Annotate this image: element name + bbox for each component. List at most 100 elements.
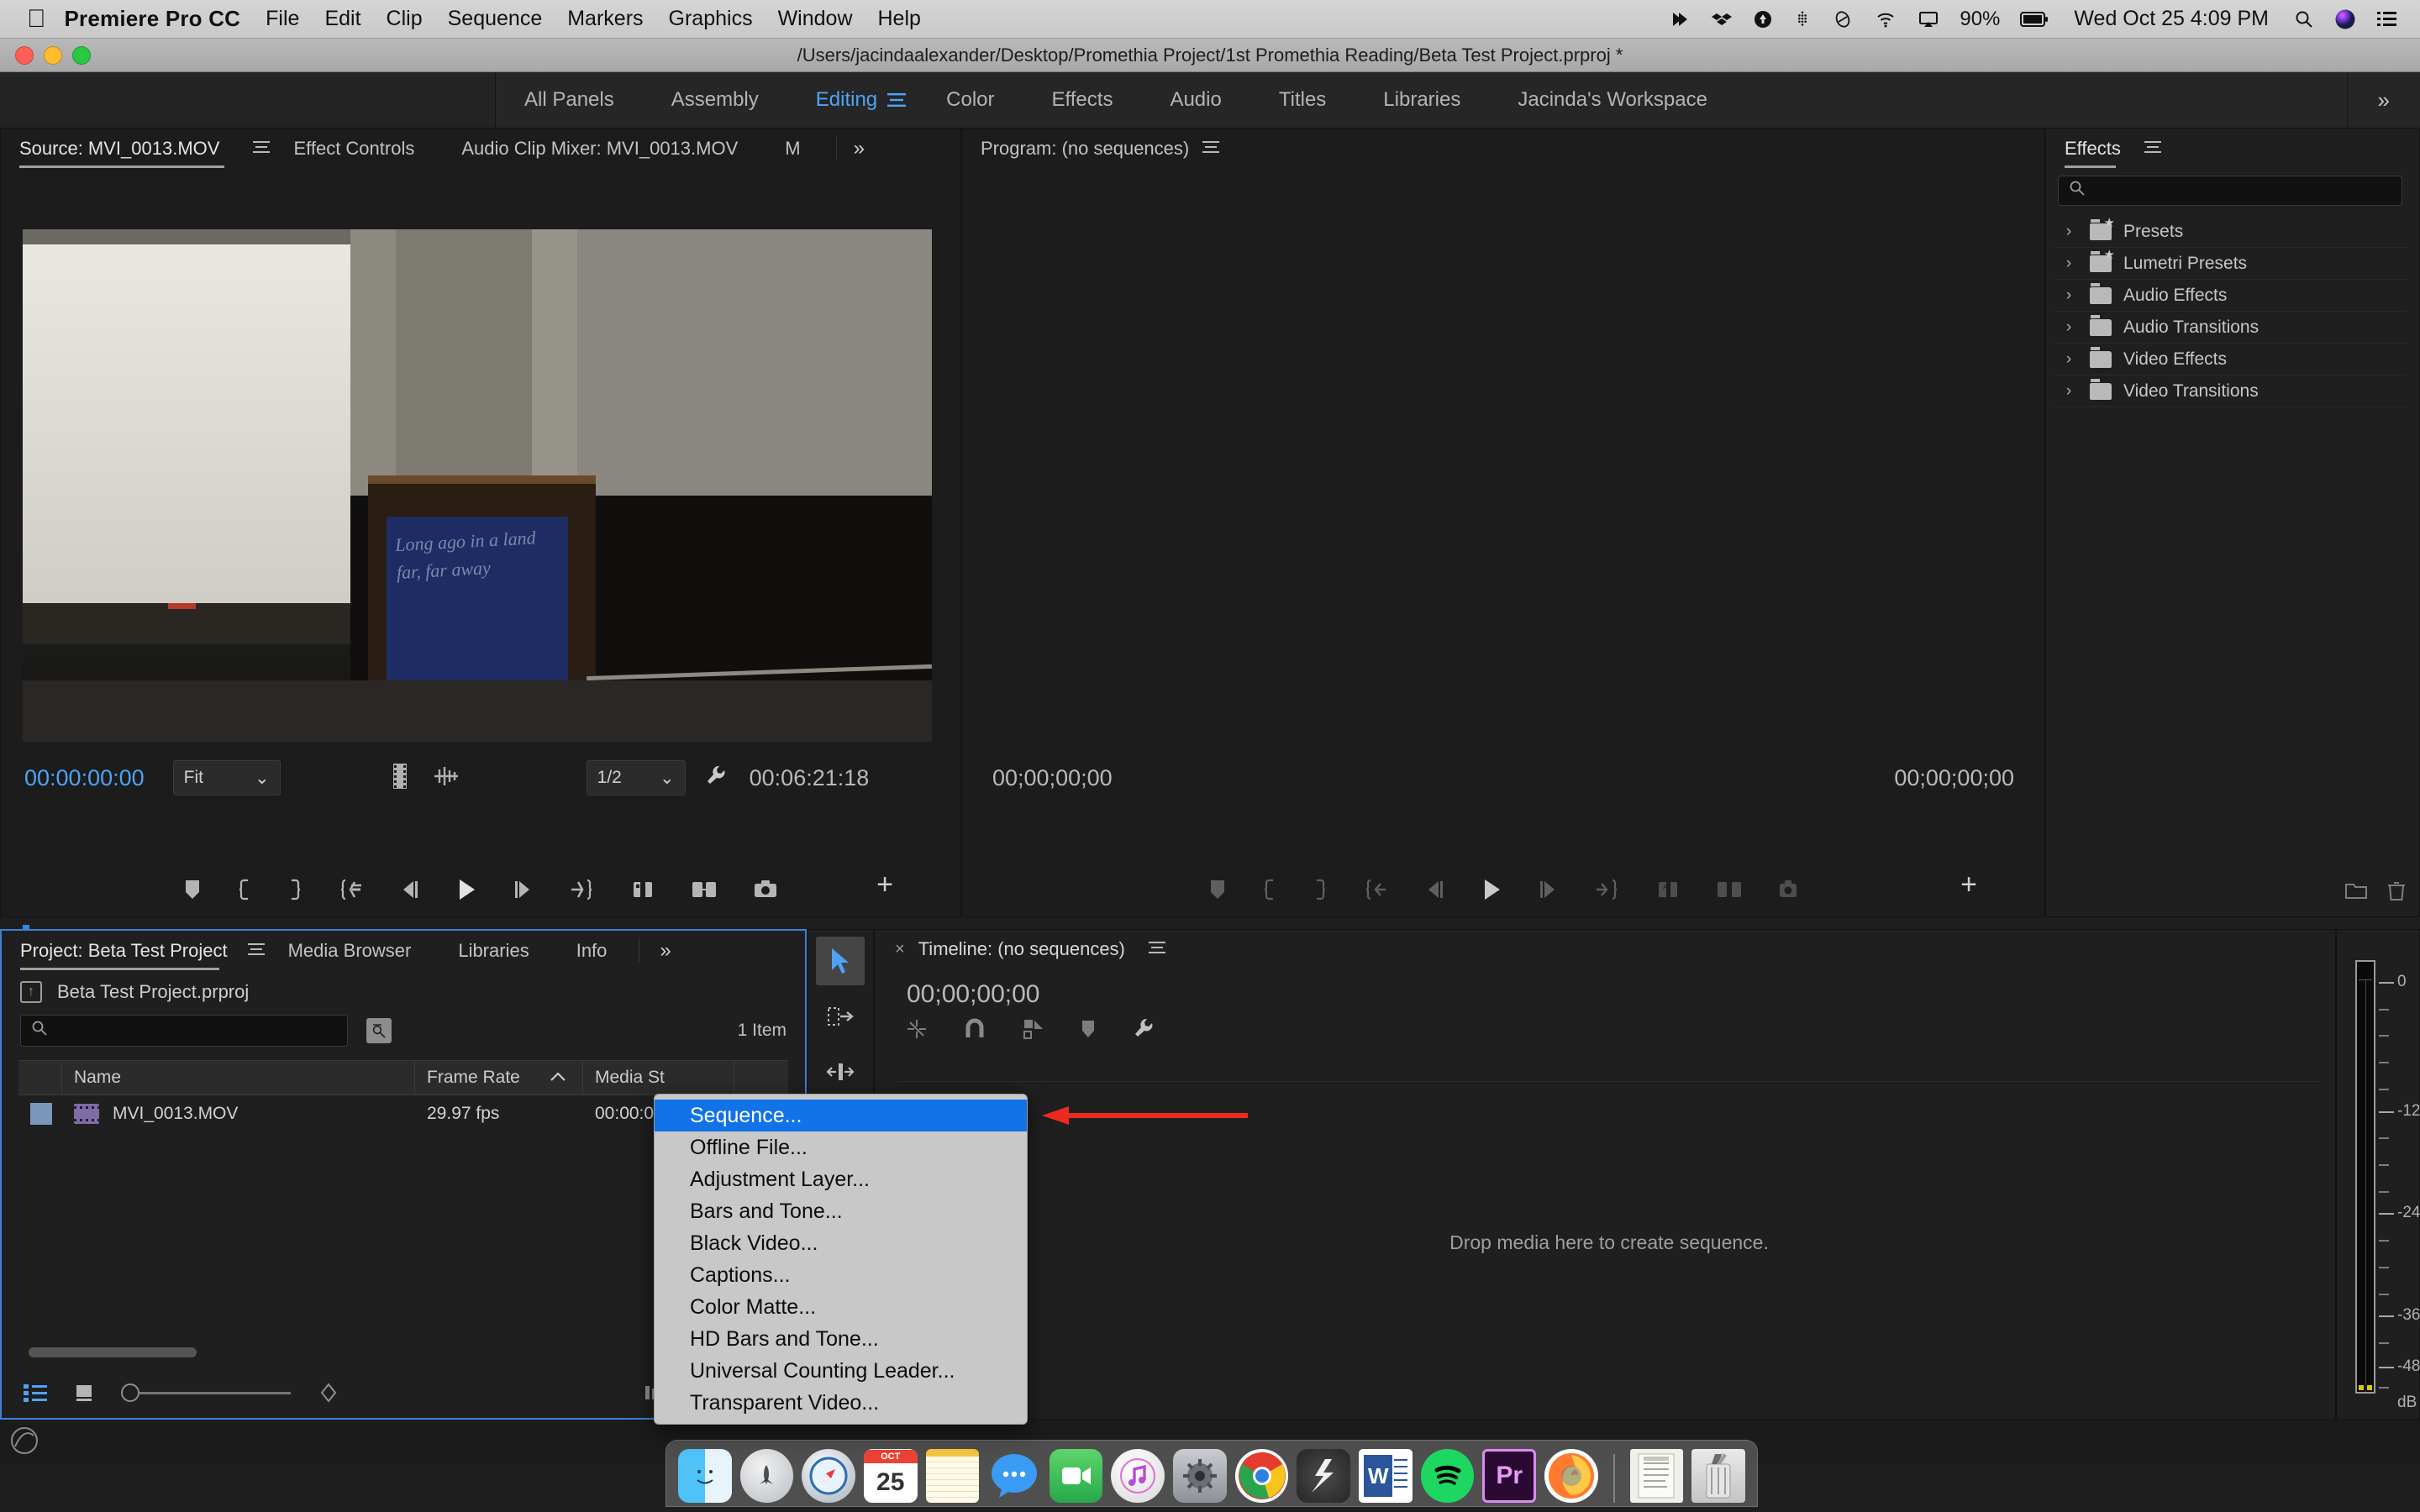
notes-icon[interactable] (925, 1449, 980, 1503)
program-duration-timecode[interactable]: 00;00;00;00 (1894, 765, 2014, 791)
context-menu-item-transparent-video[interactable]: Transparent Video... (655, 1387, 1027, 1419)
premiere-pro-icon[interactable]: Pr (1482, 1449, 1536, 1503)
select-playback-resolution-icon[interactable] (390, 763, 410, 793)
effects-panel-menu-icon[interactable] (2144, 139, 2161, 159)
launchpad-icon[interactable] (739, 1449, 794, 1503)
chevron-right-icon[interactable]: › (2060, 382, 2078, 401)
delete-icon[interactable] (2387, 881, 2406, 906)
menu-help[interactable]: Help (878, 7, 921, 31)
wifi-tether-icon[interactable] (1793, 9, 1812, 29)
workspace-overflow-button[interactable]: » (2346, 72, 2420, 128)
new-custom-bin-icon[interactable] (2345, 881, 2367, 906)
documents-stack-icon[interactable] (1629, 1449, 1684, 1503)
search-icon[interactable] (2294, 9, 2314, 29)
step-forward-icon[interactable] (1538, 879, 1560, 900)
menu-clip[interactable]: Clip (387, 7, 423, 31)
effects-item-lumetri-presets[interactable]: › Lumetri Presets (2054, 247, 2407, 280)
parent-bin-icon[interactable]: ↑ (20, 981, 42, 1003)
airplay-mirror-icon[interactable] (1669, 9, 1691, 29)
context-menu-item-captions[interactable]: Captions... (655, 1259, 1027, 1291)
menu-markers[interactable]: Markers (567, 7, 643, 31)
menu-window[interactable]: Window (778, 7, 853, 31)
dropbox-icon[interactable] (1711, 9, 1733, 29)
audio-meter-bars[interactable] (2355, 960, 2375, 1394)
control-center-icon[interactable] (2376, 10, 2398, 29)
column-header-name[interactable]: Name (62, 1061, 415, 1095)
context-menu-item-color-matte[interactable]: Color Matte... (655, 1291, 1027, 1323)
apple-icon[interactable]:  (27, 6, 46, 32)
tab-effect-controls[interactable]: Effect Controls (270, 138, 438, 160)
wifi-icon[interactable] (1874, 9, 1897, 29)
effects-search-input[interactable] (2058, 176, 2402, 206)
zoom-slider-track[interactable] (139, 1391, 291, 1394)
creative-cloud-icon[interactable] (8, 1425, 40, 1463)
chevron-right-icon[interactable]: › (2060, 350, 2078, 369)
context-menu-item-sequence[interactable]: Sequence... (655, 1100, 1027, 1131)
trash-icon[interactable] (1691, 1449, 1745, 1503)
effects-item-video-transitions[interactable]: › Video Transitions (2054, 375, 2407, 407)
source-zoom-select[interactable]: Fit ⌄ (172, 760, 281, 795)
tab-timeline[interactable]: Timeline: (no sequences) (918, 938, 1125, 960)
project-search-input[interactable] (20, 1015, 348, 1047)
extract-icon[interactable] (1716, 879, 1743, 900)
filter-bin-content-icon[interactable] (366, 1018, 392, 1043)
go-to-out-point-icon[interactable] (1595, 879, 1620, 900)
insert-icon[interactable] (630, 879, 655, 900)
column-header-media-start[interactable]: Media St (583, 1061, 734, 1095)
context-menu-item-offline-file[interactable]: Offline File... (655, 1131, 1027, 1163)
battery-icon[interactable] (2020, 10, 2049, 29)
app-name-menu[interactable]: Premiere Pro CC (65, 6, 241, 32)
itunes-icon[interactable] (1111, 1449, 1165, 1503)
workspace-tab-color[interactable]: Color (918, 72, 1023, 128)
context-menu-item-universal-counting-leader[interactable]: Universal Counting Leader... (655, 1355, 1027, 1387)
workspace-tab-jacindas-workspace[interactable]: Jacinda's Workspace (1489, 72, 1736, 128)
row-name-cell[interactable]: MVI_0013.MOV (62, 1095, 415, 1132)
firefox-icon[interactable] (1544, 1449, 1598, 1503)
project-tabs-overflow-button[interactable]: » (639, 939, 671, 963)
row-color-swatch-cell[interactable] (18, 1095, 62, 1132)
tab-program-monitor[interactable]: Program: (no sequences) (981, 138, 1213, 160)
zoom-slider-knob[interactable] (121, 1383, 139, 1402)
source-tabs-overflow-button[interactable]: » (835, 137, 865, 160)
tab-media-browser[interactable]: Media Browser (265, 940, 435, 962)
linked-selection-icon[interactable] (1021, 1017, 1044, 1047)
effects-item-audio-transitions[interactable]: › Audio Transitions (2054, 312, 2407, 344)
drag-audio-only-icon[interactable] (432, 764, 460, 792)
add-marker-icon[interactable] (1080, 1018, 1097, 1046)
column-header-frame-rate[interactable]: Frame Rate (415, 1061, 583, 1095)
timeline-settings-icon[interactable] (1132, 1017, 1154, 1047)
workspace-tab-audio[interactable]: Audio (1141, 72, 1249, 128)
selection-tool[interactable] (816, 937, 865, 985)
tab-effects[interactable]: Effects (2065, 138, 2134, 168)
spotify-icon[interactable] (1420, 1449, 1475, 1503)
safari-icon[interactable] (802, 1449, 855, 1503)
chevron-right-icon[interactable]: › (2060, 286, 2078, 305)
cloud-sync-icon[interactable] (1832, 9, 1854, 29)
button-editor-plus-icon[interactable]: + (1960, 869, 1977, 901)
source-current-timecode[interactable]: 00:00:00:00 (24, 765, 145, 791)
finder-icon[interactable] (678, 1449, 732, 1503)
facetime-icon[interactable] (1049, 1449, 1103, 1503)
source-panel-menu-icon[interactable] (253, 139, 271, 159)
system-preferences-icon[interactable] (1173, 1449, 1227, 1503)
playback-resolution-select[interactable]: 1/2 ⌄ (586, 760, 686, 795)
step-forward-icon[interactable] (513, 879, 534, 900)
step-back-icon[interactable] (398, 879, 420, 900)
tab-audio-clip-mixer[interactable]: Audio Clip Mixer: MVI_0013.MOV (438, 138, 761, 160)
source-monitor-video-frame[interactable]: Long ago in a land far, far away (23, 229, 932, 742)
chevron-right-icon[interactable]: › (2060, 255, 2078, 273)
workspace-tab-libraries[interactable]: Libraries (1355, 72, 1489, 128)
project-panel-menu-icon[interactable] (247, 942, 265, 961)
nest-sequence-icon[interactable] (905, 1017, 929, 1047)
tab-project[interactable]: Project: Beta Test Project (20, 940, 238, 970)
mark-in-icon[interactable] (237, 879, 252, 900)
calendar-icon[interactable]: OCT 25 (863, 1449, 918, 1503)
go-to-out-point-icon[interactable] (570, 879, 595, 900)
project-root-row[interactable]: ↑ Beta Test Project.prproj (2, 971, 805, 1003)
menu-sequence[interactable]: Sequence (448, 7, 543, 31)
track-select-forward-tool[interactable] (816, 992, 865, 1041)
sort-icon[interactable] (318, 1382, 339, 1404)
column-header-select[interactable] (18, 1061, 62, 1095)
chevron-right-icon[interactable]: › (2060, 318, 2078, 337)
menu-edit[interactable]: Edit (324, 7, 360, 31)
